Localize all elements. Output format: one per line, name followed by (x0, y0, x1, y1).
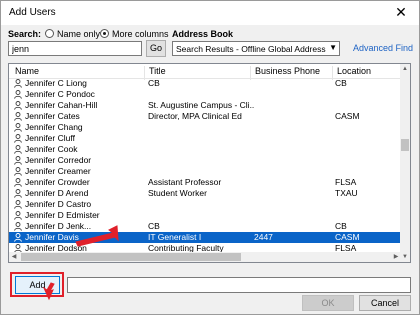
cell-location: CASM (335, 111, 360, 121)
column-header-business-phone[interactable]: Business Phone (255, 66, 320, 76)
person-icon (14, 211, 22, 220)
advanced-find-link[interactable]: Advanced Find (353, 43, 413, 53)
table-row[interactable]: Jennifer Cluff (9, 133, 401, 144)
table-row[interactable]: Jennifer D Jenk... CB CB (9, 221, 401, 232)
cell-title: Student Worker (148, 188, 207, 198)
cell-name: Jennifer Cluff (25, 133, 75, 143)
column-header-name[interactable]: Name (15, 66, 39, 76)
table-row[interactable]: Jennifer C Pondoc (9, 89, 401, 100)
table-row[interactable]: Jennifer Cates Director, MPA Clinical Ed C… (9, 111, 401, 122)
person-icon (14, 101, 22, 110)
cell-location: TXAU (335, 188, 358, 198)
more-columns-radio[interactable] (100, 29, 109, 38)
cell-name: Jennifer D Jenk... (25, 221, 92, 231)
table-row[interactable]: Jennifer Cook (9, 144, 401, 155)
cell-name: Jennifer D Arend (25, 188, 89, 198)
chevron-down-icon: ▼ (329, 43, 337, 52)
cell-location: FLSA (335, 177, 357, 187)
cell-name: Jennifer Cates (25, 111, 80, 121)
table-row[interactable]: Jennifer D Edmister (9, 210, 401, 221)
person-icon (14, 167, 22, 176)
cell-title: IT Generalist I (148, 232, 202, 242)
person-icon (14, 233, 22, 242)
cell-business-phone: 2447 (254, 232, 273, 242)
cell-title: St. Augustine Campus - Cli... (148, 100, 254, 110)
person-icon (14, 156, 22, 165)
cell-title: Director, MPA Clinical Ed (148, 111, 242, 121)
cell-name: Jennifer D Edmister (25, 210, 100, 220)
title-bar: Add Users ✕ (1, 1, 419, 25)
horizontal-scrollbar[interactable]: ◀ ▶ (9, 252, 401, 262)
ok-button[interactable]: OK (302, 295, 354, 311)
column-header-location[interactable]: Location (337, 66, 371, 76)
go-button[interactable]: Go (146, 40, 166, 57)
cell-title: Assistant Professor (148, 177, 222, 187)
cell-location: CB (335, 221, 347, 231)
column-header-title[interactable]: Title (149, 66, 166, 76)
name-only-radio[interactable] (45, 29, 54, 38)
name-only-label: Name only (57, 29, 101, 39)
window-title: Add Users (9, 7, 56, 18)
scroll-right-icon[interactable]: ▶ (391, 252, 401, 262)
close-icon[interactable]: ✕ (393, 4, 409, 20)
horizontal-scroll-thumb[interactable] (21, 253, 241, 261)
table-row[interactable]: Jennifer Davis IT Generalist I 2447 CASM (9, 232, 401, 243)
grid-header: Name Title Business Phone Location (9, 64, 401, 80)
cell-name: Jennifer Creamer (25, 166, 91, 176)
cell-name: Jennifer Cook (25, 144, 78, 154)
person-icon (14, 90, 22, 99)
table-row[interactable]: Jennifer Chang (9, 122, 401, 133)
grid-rows: Jennifer C Liong CB CB Jennifer C Pondoc Jen… (9, 78, 401, 262)
cell-name: Jennifer Crowder (25, 177, 90, 187)
cell-name: Jennifer C Liong (25, 78, 87, 88)
table-row[interactable]: Jennifer D Arend Student Worker TXAU (9, 188, 401, 199)
search-label: Search: (8, 29, 42, 39)
add-users-dialog: Add Users ✕ Search: Name only More colum… (0, 0, 420, 315)
person-icon (14, 178, 22, 187)
scroll-up-icon[interactable]: ▲ (400, 64, 410, 74)
search-input[interactable] (8, 41, 142, 56)
table-row[interactable]: Jennifer Crowder Assistant Professor FLSA (9, 177, 401, 188)
table-row[interactable]: Jennifer Corredor (9, 155, 401, 166)
cell-name: Jennifer Chang (25, 122, 83, 132)
more-columns-label: More columns (112, 29, 169, 39)
person-icon (14, 112, 22, 121)
person-icon (14, 189, 22, 198)
cell-name: Jennifer Corredor (25, 155, 92, 165)
table-row[interactable]: Jennifer C Liong CB CB (9, 78, 401, 89)
cell-name: Jennifer D Castro (25, 199, 92, 209)
person-icon (14, 145, 22, 154)
person-icon (14, 79, 22, 88)
cell-title: CB (148, 78, 160, 88)
cancel-button[interactable]: Cancel (359, 295, 411, 311)
vertical-scroll-thumb[interactable] (401, 139, 409, 151)
cell-title: CB (148, 221, 160, 231)
cell-name: Jennifer C Pondoc (25, 89, 95, 99)
scroll-left-icon[interactable]: ◀ (9, 252, 19, 262)
table-row[interactable]: Jennifer Creamer (9, 166, 401, 177)
cell-name: Jennifer Davis (25, 232, 79, 242)
address-book-label: Address Book (172, 29, 234, 39)
cell-location: CB (335, 78, 347, 88)
address-book-dropdown[interactable]: Search Results - Offline Global Address … (172, 41, 340, 56)
address-book-value: Search Results - Offline Global Address … (176, 44, 326, 54)
person-icon (14, 123, 22, 132)
cell-name: Jennifer Cahan-Hill (25, 100, 98, 110)
person-icon (14, 200, 22, 209)
person-icon (14, 134, 22, 143)
person-icon (14, 222, 22, 231)
cell-location: CASM (335, 232, 360, 242)
annotation-highlight-box (10, 272, 64, 297)
vertical-scrollbar[interactable]: ▲ ▼ (400, 64, 410, 262)
users-grid: Name Title Business Phone Location Jenni… (8, 63, 411, 263)
table-row[interactable]: Jennifer D Castro (9, 199, 401, 210)
recipients-field[interactable] (67, 277, 411, 293)
table-row[interactable]: Jennifer Cahan-Hill St. Augustine Campus … (9, 100, 401, 111)
scroll-down-icon[interactable]: ▼ (400, 252, 410, 262)
